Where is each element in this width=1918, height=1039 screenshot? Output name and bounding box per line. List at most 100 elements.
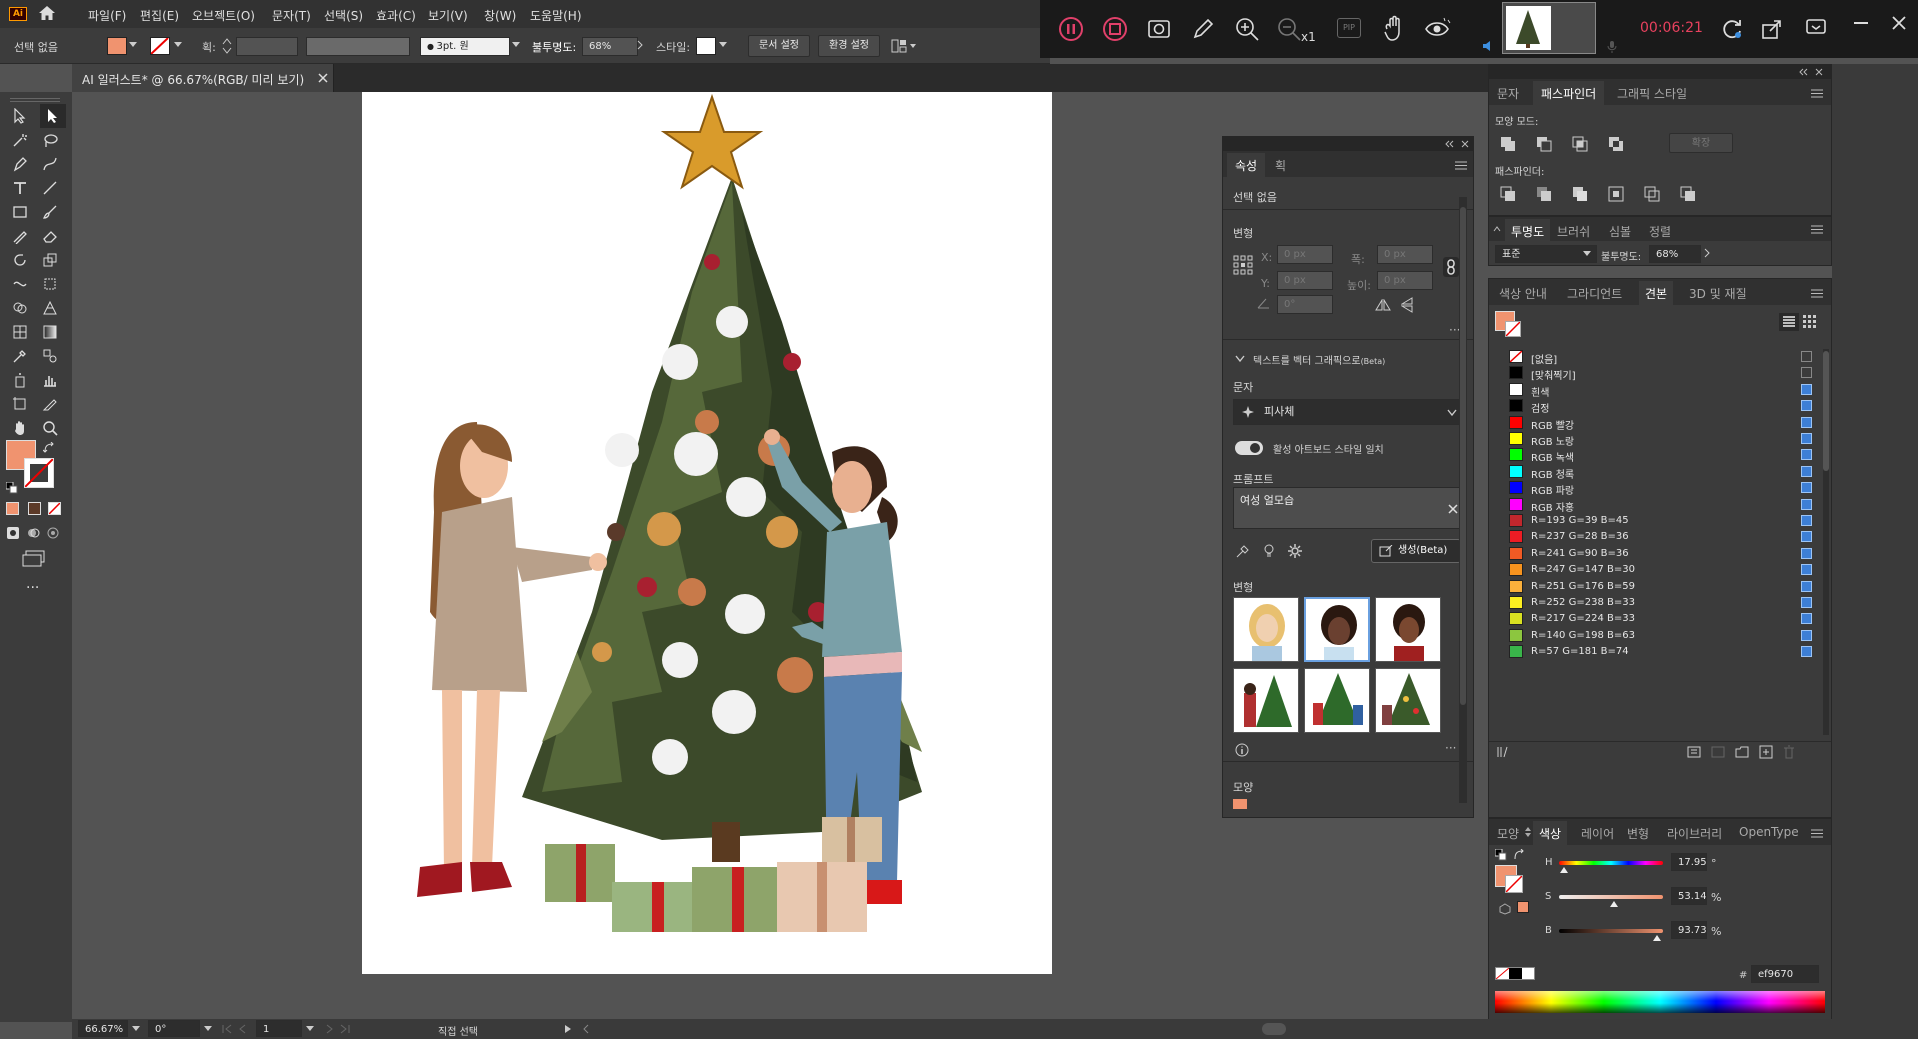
draw-normal-icon[interactable] xyxy=(6,526,20,540)
stroke-swatch[interactable] xyxy=(150,37,170,55)
constrain-proportions-icon[interactable] xyxy=(1443,257,1459,277)
rotation-dropdown-icon[interactable] xyxy=(204,1026,212,1032)
zoom-field[interactable]: 66.67% xyxy=(78,1020,128,1037)
swatch-row[interactable]: RGB 파랑 xyxy=(1489,480,1819,497)
eye-icon[interactable] xyxy=(1424,16,1452,42)
draw-behind-icon[interactable] xyxy=(26,526,40,540)
first-artboard-icon[interactable] xyxy=(222,1024,232,1034)
close-tab-icon[interactable] xyxy=(318,73,328,83)
paintbrush-tool-icon[interactable] xyxy=(40,202,60,222)
menu-window[interactable]: 창(W) xyxy=(484,7,516,24)
zoom-out-icon[interactable] xyxy=(1276,16,1302,42)
line-tool-icon[interactable] xyxy=(40,178,60,198)
gradient-mode-icon[interactable] xyxy=(28,502,41,515)
swatch-row[interactable]: RGB 빨강 xyxy=(1489,415,1819,432)
pencil-icon[interactable] xyxy=(1190,16,1216,42)
stroke-dropdown-icon[interactable] xyxy=(174,42,182,48)
exclude-icon[interactable] xyxy=(1607,135,1625,153)
swatch-row[interactable]: R=252 G=238 B=33 xyxy=(1489,595,1819,611)
zoom-dropdown-icon[interactable] xyxy=(132,1026,140,1032)
minimize-icon[interactable] xyxy=(1854,22,1868,26)
pen-tool-icon[interactable] xyxy=(10,154,30,174)
tab-3d-materials[interactable]: 3D 및 재질 xyxy=(1689,285,1747,302)
swatch-libraries-icon[interactable] xyxy=(1497,746,1511,758)
export-icon[interactable] xyxy=(1760,17,1784,41)
width-field[interactable]: 0 px xyxy=(1377,245,1433,264)
divide-icon[interactable] xyxy=(1499,185,1517,203)
style-dropdown-icon[interactable] xyxy=(719,42,727,48)
hex-field[interactable]: ef9670 xyxy=(1751,965,1819,983)
swatch-row[interactable]: RGB 녹색 xyxy=(1489,447,1819,464)
tab-color[interactable]: 색상 xyxy=(1533,821,1568,846)
clear-prompt-icon[interactable] xyxy=(1448,504,1458,514)
arrange-documents-icon[interactable] xyxy=(890,37,918,55)
swatch-row[interactable]: 검정 xyxy=(1489,398,1819,415)
eraser-tool-icon[interactable] xyxy=(40,226,60,246)
show-swatch-kinds-icon[interactable] xyxy=(1687,746,1701,758)
hand-icon[interactable] xyxy=(1380,15,1406,43)
tab-align[interactable]: 정렬 xyxy=(1649,223,1671,240)
swatch-row[interactable]: RGB 노랑 xyxy=(1489,431,1819,448)
pause-icon[interactable] xyxy=(1058,16,1084,42)
volume-icon[interactable] xyxy=(1482,40,1496,52)
tab-transparency[interactable]: 투명도 xyxy=(1505,219,1551,244)
artboard-tool-icon[interactable] xyxy=(10,394,30,414)
type-dropdown[interactable]: 피사체 xyxy=(1233,399,1463,425)
artboard-dropdown-icon[interactable] xyxy=(306,1026,314,1032)
stroke-weight-field[interactable] xyxy=(236,37,298,56)
none-swatch[interactable] xyxy=(1496,968,1509,979)
height-field[interactable]: 0 px xyxy=(1377,271,1433,290)
document-tab[interactable]: AI 일러스트* @ 66.67%(RGB/ 미리 보기) xyxy=(72,64,334,92)
magic-wand-icon[interactable] xyxy=(10,130,30,150)
color-mode-icon[interactable] xyxy=(6,502,19,515)
flip-vertical-icon[interactable] xyxy=(1401,297,1413,313)
fill-swatch[interactable] xyxy=(107,37,127,55)
tab-transform[interactable]: 변형 xyxy=(1627,825,1649,842)
prompt-input[interactable]: 여성 얼모습 xyxy=(1233,487,1463,529)
opacity-arrow-icon[interactable] xyxy=(1703,248,1711,258)
white-swatch[interactable] xyxy=(1522,968,1534,979)
opacity-field[interactable]: 68% xyxy=(582,37,638,56)
swatch-row[interactable]: RGB 청록 xyxy=(1489,464,1819,481)
variation-thumbnail[interactable] xyxy=(1375,668,1441,733)
camera-icon[interactable] xyxy=(1146,16,1172,42)
variation-thumbnail[interactable] xyxy=(1233,668,1299,733)
y-field[interactable]: 0 px xyxy=(1277,271,1333,290)
chevron-down-icon[interactable] xyxy=(1235,355,1245,363)
previous-artboard-icon[interactable] xyxy=(238,1024,248,1034)
lasso-tool-icon[interactable] xyxy=(40,130,60,150)
swatch-row[interactable]: [없음] xyxy=(1489,349,1819,366)
swatch-row[interactable]: R=193 G=39 B=45 xyxy=(1489,513,1819,529)
tab-stroke[interactable]: 획 xyxy=(1275,157,1286,174)
properties-scrollbar[interactable] xyxy=(1459,197,1467,803)
more-variations-icon[interactable]: ··· xyxy=(1445,741,1456,755)
menu-view[interactable]: 보기(V) xyxy=(428,7,468,24)
scroll-left-icon[interactable] xyxy=(582,1024,590,1034)
list-view-icon[interactable] xyxy=(1779,313,1799,331)
variation-thumbnail[interactable] xyxy=(1375,597,1441,662)
new-color-group-icon[interactable] xyxy=(1735,746,1749,758)
draw-inside-icon[interactable] xyxy=(46,526,60,540)
swatch-row[interactable]: [맞춰찍기] xyxy=(1489,365,1819,382)
panel-menu-icon[interactable] xyxy=(1811,225,1823,234)
swatch-row[interactable]: R=140 G=198 B=63 xyxy=(1489,628,1819,644)
hue-slider[interactable] xyxy=(1559,861,1663,865)
x-field[interactable]: 0 px xyxy=(1277,245,1333,264)
swap-colors-icon[interactable] xyxy=(43,442,55,454)
rectangle-tool-icon[interactable] xyxy=(10,202,30,222)
width-tool-icon[interactable] xyxy=(10,274,30,294)
direct-selection-tool-icon[interactable] xyxy=(40,104,66,128)
angle-field[interactable]: 0° xyxy=(1277,295,1333,314)
swatches-stroke-box[interactable] xyxy=(1505,321,1521,337)
collapse-panel-icon[interactable] xyxy=(1445,140,1455,148)
intersect-icon[interactable] xyxy=(1571,135,1589,153)
brightness-slider[interactable] xyxy=(1559,929,1663,933)
variation-thumbnail[interactable] xyxy=(1233,597,1299,662)
default-fill-stroke-icon[interactable] xyxy=(1495,849,1507,861)
panel-toggle-icon[interactable] xyxy=(1493,225,1501,233)
type-tool-icon[interactable] xyxy=(10,178,30,198)
refresh-icon[interactable] xyxy=(1720,17,1744,41)
expand-button[interactable]: 확장 xyxy=(1669,133,1733,153)
rotate-tool-icon[interactable] xyxy=(10,250,30,270)
mesh-tool-icon[interactable] xyxy=(10,322,30,342)
